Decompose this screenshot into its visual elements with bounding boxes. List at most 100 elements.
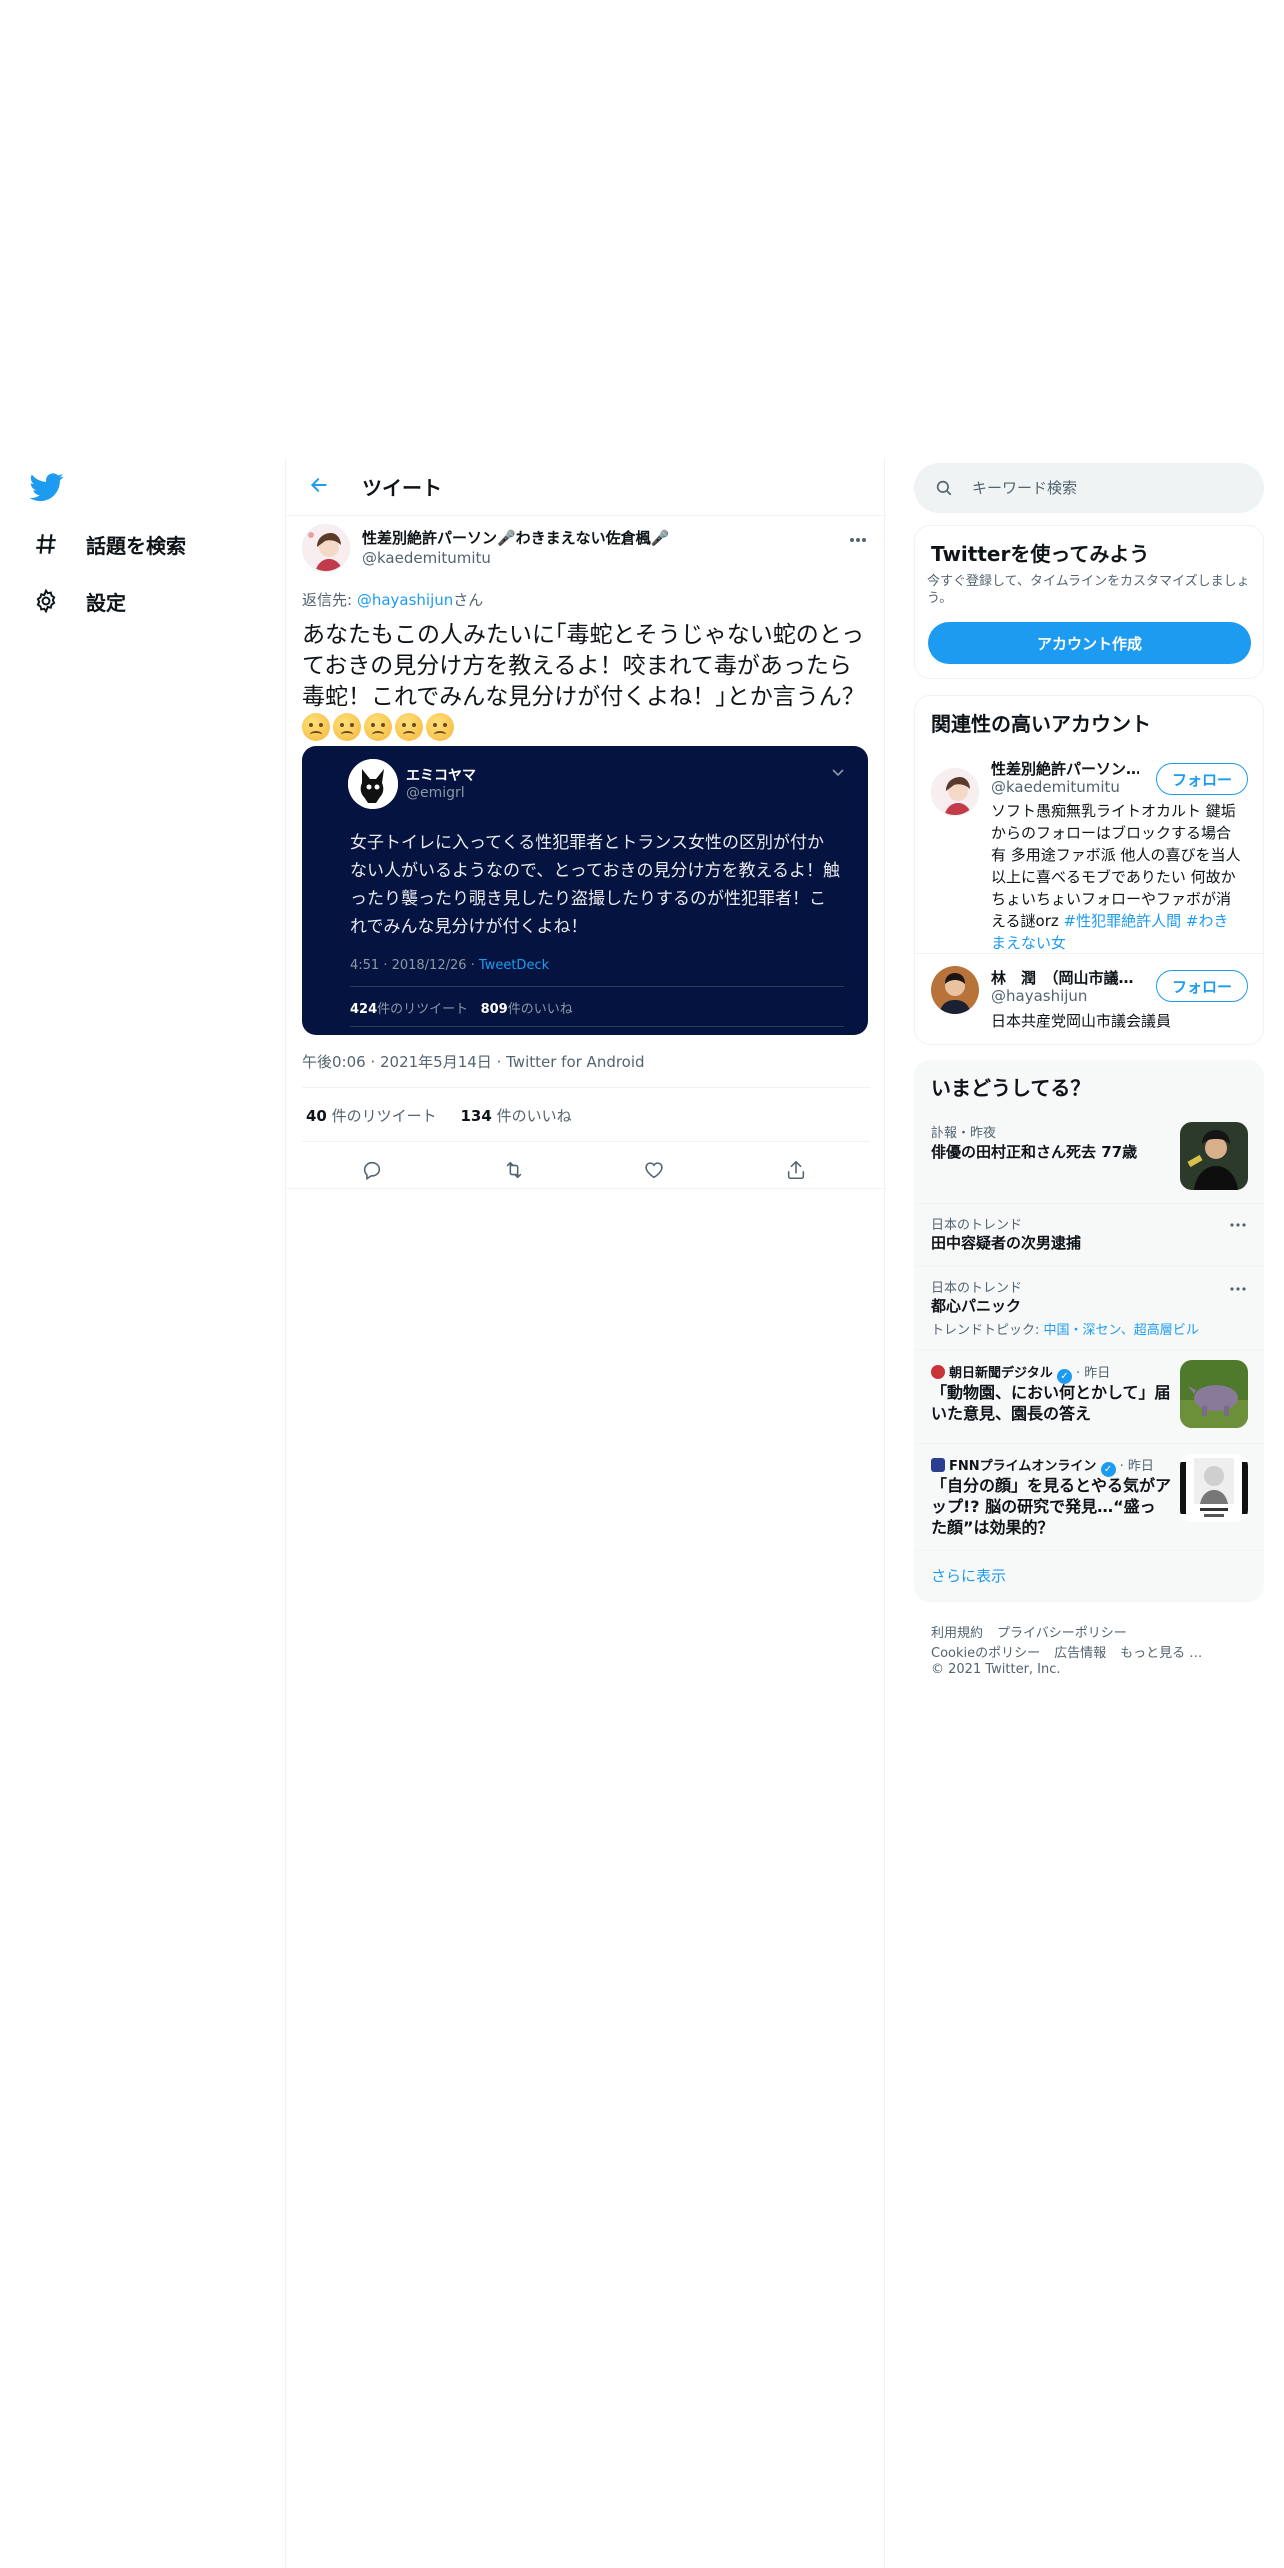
- like-stat[interactable]: 134 件のいいね: [461, 1107, 572, 1125]
- divider: [914, 1266, 1264, 1267]
- reply-to-link[interactable]: @hayashijun: [357, 591, 453, 609]
- trend-thumbnail[interactable]: [1180, 1454, 1248, 1522]
- nav-explore-label: 話題を検索: [86, 533, 186, 558]
- divider: [350, 986, 844, 987]
- follow-button[interactable]: フォロー: [1156, 970, 1248, 1002]
- account-avatar[interactable]: [931, 768, 979, 816]
- trend-context: 日本のトレンド: [931, 1281, 1023, 1296]
- divider: [350, 1026, 844, 1027]
- news-when: · 昨日: [1115, 1459, 1154, 1474]
- share-icon: [785, 1159, 807, 1185]
- account-avatar[interactable]: [931, 966, 979, 1014]
- author-avatar[interactable]: [302, 524, 350, 572]
- search-bar[interactable]: [914, 463, 1264, 513]
- footer-link-ads[interactable]: 広告情報: [1054, 1646, 1106, 1661]
- tweet-date[interactable]: 2021年5月14日: [380, 1053, 492, 1071]
- retweet-button[interactable]: [494, 1152, 534, 1192]
- asahi-logo-icon: [931, 1365, 945, 1379]
- news-source: FNNプライムオンライン ✓ · 昨日: [931, 1455, 1154, 1477]
- trend-more-button[interactable]: [1230, 1276, 1246, 1295]
- quote-author-name[interactable]: エミコヤマ: [406, 765, 476, 785]
- account-bio: 日本共産党岡山市議会議員: [991, 1012, 1172, 1030]
- signup-title: Twitterを使ってみよう: [931, 542, 1150, 566]
- confused-face-emoji-icon: [426, 713, 454, 741]
- trend-thumbnail[interactable]: [1180, 1360, 1248, 1428]
- tweet-body: あなたもこの人みたいに｢毒蛇とそうじゃない蛇のとっておきの見分け方を教えるよ！咬…: [302, 622, 865, 710]
- more-options-button[interactable]: [846, 526, 870, 546]
- author-name[interactable]: 性差別絶許パーソン🎤わきまえない佐倉楓🎤: [362, 527, 669, 548]
- search-input[interactable]: [972, 479, 1252, 497]
- trend-topic-links[interactable]: 中国・深セン、超高層ビル: [1044, 1323, 1199, 1338]
- confused-face-emoji-icon: [395, 713, 423, 741]
- divider: [915, 953, 1263, 954]
- account-handle[interactable]: @hayashijun: [991, 987, 1087, 1005]
- chevron-down-icon[interactable]: [832, 765, 844, 781]
- like-count: 134: [460, 1107, 492, 1125]
- trends-title: いまどうしてる？: [931, 1076, 1091, 1100]
- account-bio: ソフト愚痴無乳ライトオカルト 鍵垢からのフォローはブロックする場合有 多用途ファ…: [991, 800, 1241, 954]
- heart-icon: [643, 1159, 665, 1185]
- twitter-logo-icon[interactable]: [29, 470, 64, 504]
- footer-link-privacy[interactable]: プライバシーポリシー: [997, 1626, 1127, 1641]
- footer-link-terms[interactable]: 利用規約: [931, 1626, 983, 1641]
- quote-stats: 424件のリツイート 809件のいいね: [350, 998, 573, 1017]
- footer-link-cookies[interactable]: Cookieのポリシー: [931, 1646, 1040, 1661]
- confused-face-emoji-icon: [333, 713, 361, 741]
- account-name[interactable]: 林 潤 （岡山市議…: [991, 967, 1139, 988]
- trend-title[interactable]: 都心パニック: [931, 1296, 1021, 1316]
- quote-author-avatar[interactable]: [348, 759, 398, 809]
- nav-explore[interactable]: 話題を検索: [32, 524, 186, 564]
- like-button[interactable]: [634, 1152, 674, 1192]
- retweet-stat[interactable]: 40 件のリツイート: [306, 1107, 437, 1125]
- back-button[interactable]: [300, 468, 338, 506]
- trend-title[interactable]: 俳優の田村正和さん死去 77歳: [931, 1142, 1171, 1162]
- quote-text: 女子トイレに入ってくる性犯罪者とトランス女性の区別が付かない人がいるようなので、…: [350, 833, 840, 937]
- page-header: ツイート: [286, 458, 884, 516]
- reply-button[interactable]: [352, 1152, 392, 1192]
- related-accounts-title: 関連性の高いアカウント: [931, 712, 1151, 736]
- account-handle[interactable]: @kaedemitumitu: [991, 778, 1120, 796]
- reply-context: 返信先: @hayashijunさん: [302, 589, 483, 610]
- author-handle[interactable]: @kaedemitumitu: [362, 549, 491, 567]
- retweet-label: 件のリツイート: [326, 1107, 437, 1125]
- quote-client-link[interactable]: TweetDeck: [479, 958, 549, 973]
- reply-bubble-icon: [361, 1159, 383, 1185]
- tweet-source[interactable]: Twitter for Android: [506, 1053, 644, 1071]
- hashtag-icon: [32, 530, 60, 558]
- page-title: ツイート: [362, 476, 442, 500]
- news-source-name: 朝日新聞デジタル: [949, 1366, 1053, 1381]
- retweet-icon: [503, 1159, 525, 1185]
- tweet-text: あなたもこの人みたいに｢毒蛇とそうじゃない蛇のとっておきの見分け方を教えるよ！咬…: [302, 620, 870, 745]
- show-more-link[interactable]: さらに表示: [931, 1565, 1006, 1586]
- share-button[interactable]: [776, 1152, 816, 1192]
- trend-more-button[interactable]: [1230, 1212, 1246, 1231]
- divider: [302, 1141, 870, 1142]
- quote-author-handle[interactable]: @emigrl: [406, 785, 465, 801]
- tweet-stats: 40 件のリツイート 134 件のいいね: [306, 1105, 572, 1126]
- fnn-logo-icon: [931, 1458, 945, 1472]
- trend-title[interactable]: 田中容疑者の次男逮捕: [931, 1233, 1081, 1253]
- follow-button[interactable]: フォロー: [1156, 763, 1248, 795]
- column-divider-left: [285, 458, 286, 2568]
- footer-links: Cookieのポリシー 広告情報 もっと見る …: [931, 1642, 1216, 1661]
- trend-thumbnail[interactable]: [1180, 1122, 1248, 1190]
- trend-title[interactable]: 「自分の顔」を見るとやる気がアップ!? 脳の研究で発見…“盛った顔”は効果的？: [931, 1475, 1171, 1538]
- signup-description: 今すぐ登録して、タイムラインをカスタマイズしましょう。: [927, 574, 1250, 606]
- more-dots-icon: [1230, 1276, 1246, 1295]
- like-label: 件のいいね: [491, 1107, 572, 1125]
- create-account-button[interactable]: アカウント作成: [928, 622, 1251, 664]
- tweet-time[interactable]: 午後0:06: [302, 1053, 366, 1071]
- quote-like-label: 件のいいね: [507, 1002, 573, 1017]
- divider: [914, 1349, 1264, 1350]
- column-divider-right: [884, 458, 885, 2568]
- trend-context: 訃報・昨夜: [931, 1126, 997, 1141]
- nav-settings[interactable]: 設定: [32, 581, 126, 621]
- confused-face-emoji-icon: [364, 713, 392, 741]
- account-name[interactable]: 性差別絶許パーソン…: [991, 758, 1139, 779]
- more-dots-icon: [849, 524, 867, 548]
- footer-link-more[interactable]: もっと見る …: [1120, 1646, 1202, 1661]
- divider: [914, 1203, 1264, 1204]
- trend-title[interactable]: 「動物園、におい何とかして」届いた意見、園長の答え: [931, 1382, 1171, 1424]
- footer-copyright: © 2021 Twitter, Inc.: [931, 1662, 1061, 1677]
- more-dots-icon: [1230, 1212, 1246, 1231]
